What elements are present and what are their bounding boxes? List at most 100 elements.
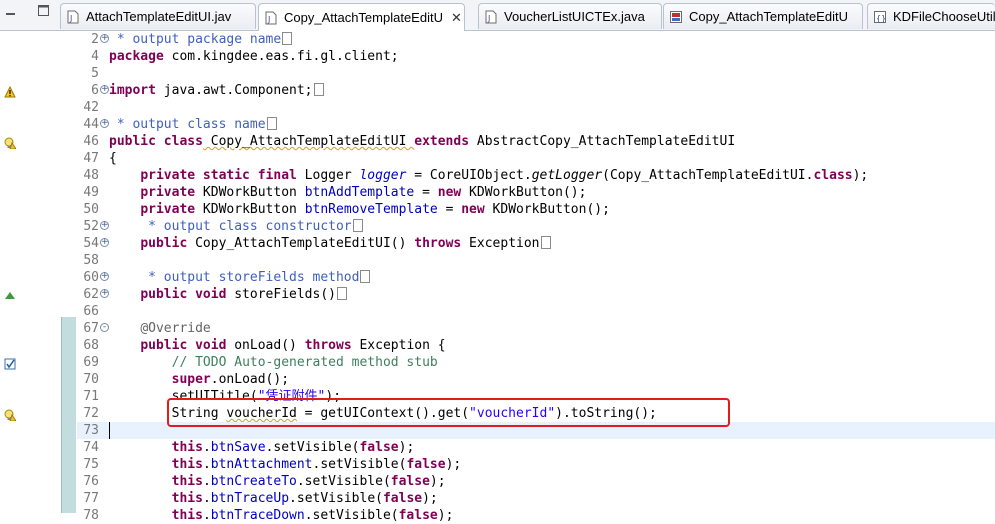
overview-ruler — [0, 31, 60, 513]
fold-expand-icon[interactable]: + — [100, 85, 109, 94]
code-line[interactable]: 5 — [77, 65, 995, 82]
code-line[interactable]: 48 private static final Logger logger = … — [77, 167, 995, 184]
code-token: false — [359, 440, 399, 455]
code-line[interactable]: 2 + * output package name — [77, 31, 995, 48]
code-token: . — [202, 457, 211, 472]
folded-region-icon[interactable] — [360, 270, 371, 283]
task-checkbox-icon[interactable] — [4, 355, 16, 370]
close-icon[interactable]: ✕ — [451, 10, 462, 26]
code-token: * output class constructor — [109, 219, 352, 234]
fold-expand-icon[interactable]: + — [100, 34, 109, 43]
lightbulb-warning-icon[interactable] — [4, 134, 17, 150]
folded-region-icon[interactable] — [313, 83, 324, 96]
code-line[interactable]: 44 + * output class name — [77, 116, 995, 133]
code-token: .setVisible( — [312, 457, 407, 472]
code-text: public class Copy_AttachTemplateEditUI e… — [109, 133, 735, 150]
code-text: package com.kingdee.eas.fi.gl.client; — [109, 48, 399, 65]
code-line[interactable]: 67- @Override — [77, 320, 995, 337]
code-line[interactable]: 66 — [77, 303, 995, 320]
code-token: onLoad() — [226, 338, 305, 353]
code-token: btnTraceUp — [210, 491, 290, 506]
tab-copy-attach-template-edit-ui[interactable]: J Copy_AttachTemplateEditU ✕ — [258, 3, 465, 31]
code-line[interactable]: 74 this.btnSave.setVisible(false); — [77, 439, 995, 456]
code-token: this — [171, 508, 203, 523]
fold-expand-icon[interactable]: + — [100, 221, 109, 230]
folded-region-icon[interactable] — [352, 219, 363, 232]
code-line[interactable]: 62 + public void storeFields() — [77, 286, 995, 303]
code-token: package — [109, 49, 164, 64]
code-line[interactable]: 47 { — [77, 150, 995, 167]
code-token: public void — [140, 338, 227, 353]
code-token: super — [171, 372, 211, 387]
line-number: 70 — [83, 372, 99, 387]
line-number: 4 — [91, 49, 99, 64]
code-line[interactable]: 70 super.onLoad(); — [77, 371, 995, 388]
code-line[interactable]: 78 this.btnTraceDown.setVisible(false); — [77, 507, 995, 524]
text-cursor — [109, 422, 110, 439]
code-editor[interactable]: 2 + * output package name 4 package com.kin… — [77, 31, 995, 523]
code-line[interactable]: 60 + * output storeFields method — [77, 269, 995, 286]
fold-collapse-icon[interactable]: - — [100, 323, 109, 332]
tab-attach-template-edit-ui[interactable]: J AttachTemplateEditUI.jav — [60, 3, 256, 29]
line-number: 60 — [83, 270, 99, 285]
code-line[interactable]: 6 + import java.awt.Component; — [77, 82, 995, 99]
code-token: .setVisible( — [265, 440, 360, 455]
code-line[interactable]: 77 this.btnTraceUp.setVisible(false); — [77, 490, 995, 507]
code-token: btnCreateTo — [210, 474, 297, 489]
warning-icon[interactable] — [4, 83, 16, 98]
code-text: public void storeFields() — [109, 286, 347, 303]
code-line[interactable]: 75 this.btnAttachment.setVisible(false); — [77, 456, 995, 473]
tab-copy-attach-template-class[interactable]: Copy_AttachTemplateEditU — [663, 3, 863, 29]
code-token: KDWorkButton — [195, 202, 305, 217]
code-text: this.btnTraceDown.setVisible(false); — [109, 507, 454, 524]
code-line[interactable]: 76 this.btnCreateTo.setVisible(false); — [77, 473, 995, 490]
code-line[interactable]: 69 // TODO Auto-generated method stub — [77, 354, 995, 371]
tab-kd-file-choose-utils[interactable]: {} KDFileChooseUtils — [867, 3, 995, 29]
folded-region-icon[interactable] — [282, 32, 293, 45]
line-number: 71 — [83, 389, 99, 404]
code-token: (Copy_AttachTemplateEditUI. — [602, 168, 814, 183]
code-token: throws — [304, 338, 352, 353]
code-line[interactable]: 50 private KDWorkButton btnRemoveTemplat… — [77, 201, 995, 218]
fold-expand-icon[interactable]: + — [100, 272, 109, 281]
code-text: import java.awt.Component; — [109, 82, 324, 99]
override-icon[interactable] — [4, 287, 16, 299]
fold-expand-icon[interactable]: + — [100, 119, 109, 128]
tab-voucher-list-uictex[interactable]: J VoucherListUICTEx.java — [478, 3, 662, 29]
tab-label: KDFileChooseUtils — [893, 9, 995, 24]
code-text: * output class name — [109, 116, 277, 133]
code-token: false — [406, 457, 446, 472]
code-token: false — [390, 474, 430, 489]
folded-region-icon[interactable] — [540, 236, 551, 249]
code-token: . — [202, 491, 211, 506]
code-token: .setVisible( — [304, 508, 399, 523]
code-line[interactable]: 54 + public Copy_AttachTemplateEditUI() t… — [77, 235, 995, 252]
code-token: Exception { — [351, 338, 446, 353]
folded-region-icon[interactable] — [336, 287, 347, 300]
maximize-icon[interactable] — [37, 3, 51, 17]
minimize-icon[interactable] — [4, 3, 18, 17]
class-file-icon — [669, 10, 683, 24]
code-line[interactable]: 52 + * output class constructor — [77, 218, 995, 235]
code-line[interactable]: 42 — [77, 99, 995, 116]
code-line[interactable]: 49 private KDWorkButton btnAddTemplate =… — [77, 184, 995, 201]
code-token: Logger — [296, 168, 360, 183]
svg-text:J: J — [487, 14, 490, 23]
fold-expand-icon[interactable]: + — [100, 289, 109, 298]
code-text: this.btnCreateTo.setVisible(false); — [109, 473, 446, 490]
lightbulb-warning-icon[interactable] — [4, 406, 17, 422]
fold-expand-icon[interactable]: + — [100, 238, 109, 247]
code-token: . — [202, 474, 211, 489]
line-number: 68 — [83, 338, 99, 353]
code-line[interactable]: 58 — [77, 252, 995, 269]
code-line[interactable]: 46 public class Copy_AttachTemplateEditUI… — [77, 133, 995, 150]
line-number: 42 — [83, 100, 99, 115]
code-line[interactable]: 68 public void onLoad() throws Exception… — [77, 337, 995, 354]
code-line[interactable]: 4 package com.kingdee.eas.fi.gl.client; — [77, 48, 995, 65]
folded-region-icon[interactable] — [266, 117, 277, 130]
code-text: * output storeFields method — [109, 269, 371, 286]
